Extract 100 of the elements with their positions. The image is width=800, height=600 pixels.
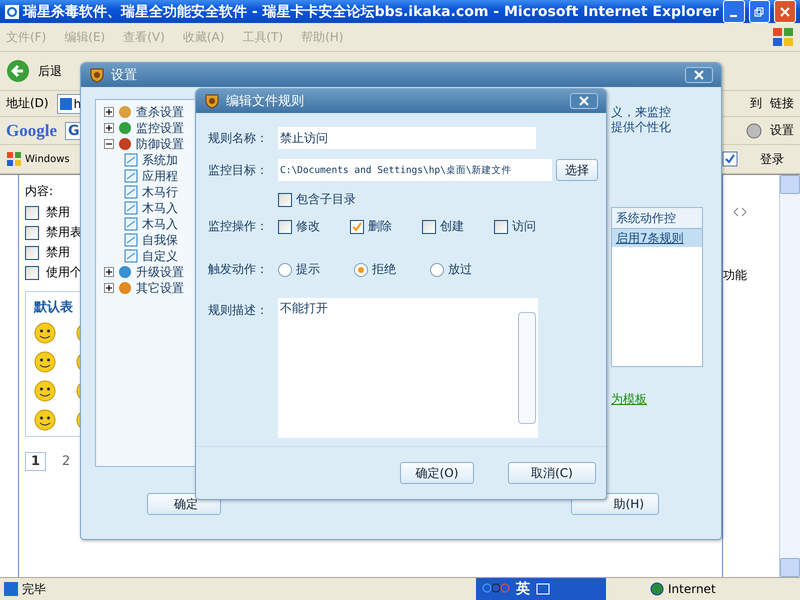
dialog-title: 设置 (111, 67, 138, 84)
description-text: 提供个性化 (611, 120, 672, 135)
document-icon (124, 169, 138, 183)
checkbox[interactable] (25, 226, 39, 240)
tree-item[interactable]: 自我保 (142, 232, 178, 248)
go-button[interactable]: 到 (750, 95, 762, 112)
save-template-link[interactable]: 为模板 (611, 391, 711, 408)
shield-icon (89, 67, 105, 83)
checkbox-label: 包含子目录 (296, 191, 356, 208)
close-button[interactable] (685, 67, 713, 83)
radio-button[interactable] (278, 262, 292, 276)
ime-toolbar[interactable]: 英 (476, 578, 606, 600)
tree-item[interactable]: 查杀设置 (136, 104, 184, 120)
checkbox[interactable] (422, 220, 436, 234)
login-link[interactable]: 登录 (760, 150, 784, 168)
checkbox-label: 删除 (368, 218, 392, 235)
tree-item[interactable]: 木马行 (142, 184, 178, 200)
shield-icon (204, 93, 220, 109)
expand-icon[interactable] (104, 107, 114, 117)
close-icon (780, 6, 790, 16)
tree-item[interactable]: 其它设置 (136, 280, 184, 296)
checkbox[interactable] (25, 206, 39, 220)
windows-logo-icon (6, 151, 22, 167)
checkbox[interactable] (350, 220, 364, 234)
dialog-button[interactable]: 确定(O) (400, 462, 474, 484)
emoticon-title: 默认表 (34, 299, 74, 316)
checkbox[interactable] (278, 192, 292, 206)
code-icon[interactable] (733, 205, 747, 219)
tree-item[interactable]: 系统加 (142, 152, 178, 168)
smiley-icon[interactable] (34, 351, 56, 373)
smiley-icon[interactable] (34, 322, 56, 344)
checkbox[interactable] (494, 220, 508, 234)
radio-button[interactable] (430, 262, 444, 276)
table-row[interactable]: 启用7条规则 (612, 229, 702, 247)
checkbox[interactable] (25, 246, 39, 260)
scrollbar[interactable] (779, 175, 800, 577)
minimize-button[interactable] (722, 0, 745, 23)
column-header[interactable]: 系统动作控 (612, 208, 702, 229)
checkbox-label: 创建 (440, 218, 464, 235)
field-label: 监控目标： (208, 162, 269, 178)
dialog-title: 编辑文件规则 (226, 93, 305, 110)
checkbox-label: 修改 (296, 218, 320, 235)
address-text: h (74, 96, 82, 110)
field-label: 监控操作： (208, 218, 269, 235)
close-icon (694, 70, 704, 80)
close-button[interactable] (570, 93, 598, 109)
tree-item[interactable]: 自定义 (142, 248, 178, 264)
page-link[interactable]: 2 (56, 452, 76, 471)
checkbox[interactable] (278, 220, 292, 234)
smiley-icon[interactable] (34, 380, 56, 402)
feature-text: 功能 (723, 268, 747, 282)
document-icon (124, 249, 138, 263)
description-text: 义，来监控 (611, 105, 672, 120)
radio-label: 拒绝 (372, 261, 396, 278)
expand-icon[interactable] (104, 123, 114, 133)
security-zone-text: Internet (668, 582, 716, 596)
browse-button[interactable]: 选择 (556, 159, 598, 181)
dialog-button[interactable]: 取消(C) (508, 462, 596, 484)
google-logo: Google (6, 120, 57, 140)
document-icon (124, 217, 138, 231)
page-link[interactable]: 1 (25, 452, 46, 471)
settings-menu[interactable]: 设置 (770, 122, 794, 139)
category-icon (117, 104, 133, 120)
globe-icon (650, 582, 664, 596)
tree-item[interactable]: 防御设置 (136, 136, 184, 152)
restore-icon (754, 6, 764, 16)
checkbox[interactable] (25, 266, 39, 280)
document-icon (124, 201, 138, 215)
category-icon (117, 136, 133, 152)
document-icon (124, 153, 138, 167)
target-path-field[interactable]: C:\Documents and Settings\hp\桌面\新建文件 (278, 159, 552, 181)
back-label[interactable]: 后退 (38, 62, 62, 80)
scrollbar[interactable] (518, 312, 536, 424)
category-icon (117, 120, 133, 136)
field-label: 规则名称： (208, 130, 269, 146)
expand-icon[interactable] (104, 283, 114, 293)
category-icon (117, 280, 133, 296)
restore-button[interactable] (748, 0, 770, 23)
windows-logo-icon (772, 27, 794, 47)
tree-item[interactable]: 木马入 (142, 200, 178, 216)
window-title: 瑞星杀毒软件、瑞星全功能安全软件 - 瑞星卡卡安全论坛bbs.ikaka.com - Microsoft Internet Explorer (23, 2, 719, 20)
description-value: 不能打开 (279, 300, 329, 317)
option-label: 禁用 (46, 204, 70, 221)
description-field[interactable]: 不能打开 (278, 298, 538, 438)
smiley-icon[interactable] (34, 409, 56, 431)
tree-item[interactable]: 应用程 (142, 168, 178, 184)
tree-item[interactable]: 监控设置 (136, 120, 184, 136)
field-label: 规则描述： (208, 302, 269, 319)
radio-button[interactable] (354, 262, 368, 276)
minimize-icon (730, 14, 738, 16)
rule-name-field[interactable]: 禁止访问 (278, 127, 536, 149)
tree-item[interactable]: 木马入 (142, 216, 178, 232)
category-icon (117, 264, 133, 280)
links-item[interactable]: Windows (25, 154, 70, 164)
links-label[interactable]: 链接 (770, 95, 794, 112)
expand-icon[interactable] (104, 267, 114, 277)
status-text: 完毕 (22, 580, 46, 598)
tree-item[interactable]: 升级设置 (136, 264, 184, 280)
collapse-icon[interactable] (104, 139, 114, 149)
ime-mode-text[interactable]: 英 (516, 580, 530, 598)
